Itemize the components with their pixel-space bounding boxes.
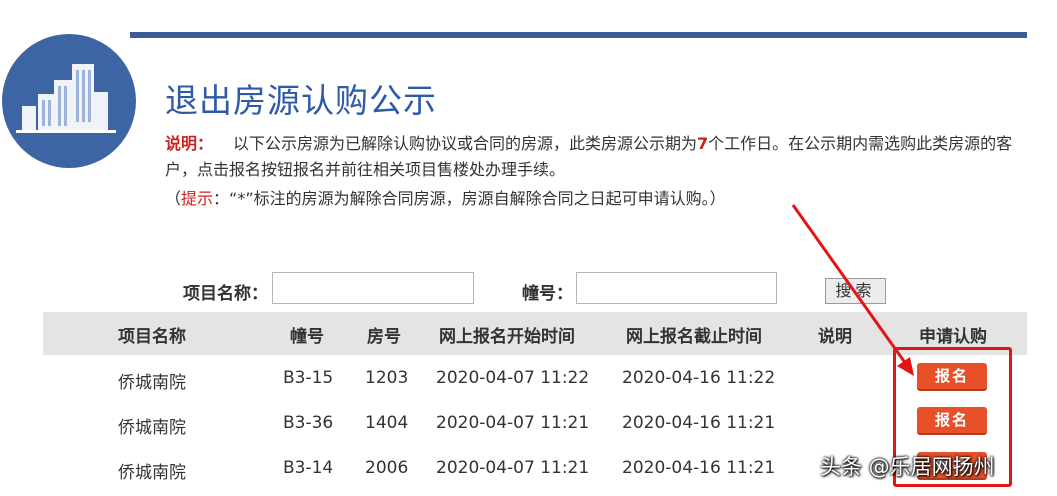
column-header-start-time: 网上报名开始时间 xyxy=(439,327,575,347)
cell-project: 侨城南院 xyxy=(118,463,186,483)
tip-line: （提示：“*”标注的房源为解除合同房源，房源自解除合同之日起可申请认购。） xyxy=(165,186,726,212)
cell-room: 1404 xyxy=(365,413,409,433)
cell-room: 1203 xyxy=(365,368,409,388)
cell-end-time: 2020-04-16 11:21 xyxy=(622,458,776,478)
column-header-room: 房号 xyxy=(367,327,401,347)
watermark: 头条 @乐居网扬州 xyxy=(820,455,995,479)
description-days: 7 xyxy=(697,134,709,153)
building-number-input[interactable] xyxy=(576,272,777,304)
description-label: 说明： xyxy=(165,134,214,153)
tip-label: 提示 xyxy=(181,189,214,208)
cell-end-time: 2020-04-16 11:22 xyxy=(622,368,776,388)
building-logo-icon xyxy=(2,34,136,168)
tip-text: ：“*”标注的房源为解除合同房源，房源自解除合同之日起可申请认购。） xyxy=(213,189,726,208)
column-header-end-time: 网上报名截止时间 xyxy=(626,327,762,347)
description-text-1: 以下公示房源为已解除认购协议或合同的房源，此类房源公示期为 xyxy=(233,134,698,153)
cell-building: B3-15 xyxy=(283,368,334,388)
cell-start-time: 2020-04-07 11:22 xyxy=(436,368,590,388)
search-button[interactable]: 搜索 xyxy=(825,278,886,304)
header-rule xyxy=(130,32,1027,38)
building-number-label: 幢号： xyxy=(522,284,573,304)
cell-start-time: 2020-04-07 11:21 xyxy=(436,458,590,478)
project-name-input[interactable] xyxy=(272,272,474,304)
column-header-project: 项目名称 xyxy=(118,327,186,347)
cell-start-time: 2020-04-07 11:21 xyxy=(436,413,590,433)
cell-end-time: 2020-04-16 11:21 xyxy=(622,413,776,433)
description: 说明： 以下公示房源为已解除认购协议或合同的房源，此类房源公示期为7个工作日。在公… xyxy=(165,131,1030,183)
column-header-note: 说明 xyxy=(818,327,852,347)
cell-room: 2006 xyxy=(365,458,409,478)
cell-building: B3-36 xyxy=(283,413,334,433)
cell-building: B3-14 xyxy=(283,458,334,478)
column-header-apply: 申请认购 xyxy=(919,327,987,347)
project-name-label: 项目名称： xyxy=(183,284,268,304)
column-header-building: 幢号 xyxy=(290,327,324,347)
tip-open: （ xyxy=(165,189,182,208)
cell-project: 侨城南院 xyxy=(118,418,186,438)
page-title: 退出房源认购公示 xyxy=(165,81,437,120)
cell-project: 侨城南院 xyxy=(118,373,186,393)
